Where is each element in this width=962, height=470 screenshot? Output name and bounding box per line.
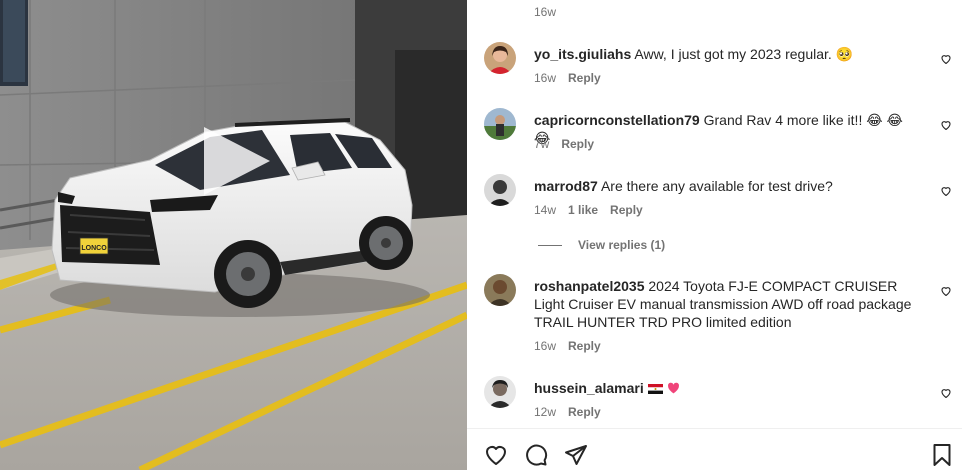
license-plate-text: LONCO	[81, 245, 107, 252]
heart-icon[interactable]	[484, 443, 508, 467]
comment-text-block: roshanpatel2035 2024 Toyota FJ-E COMPACT…	[534, 277, 922, 331]
reply-button[interactable]: Reply	[610, 203, 643, 217]
like-comment-heart-icon[interactable]	[940, 285, 952, 297]
avatar[interactable]	[484, 274, 516, 306]
comments-panel: 16w yo_its.giuliahs Aww, I just got my 2…	[467, 0, 962, 470]
comment-username[interactable]: yo_its.giuliahs	[534, 46, 631, 62]
comment-username[interactable]: roshanpatel2035	[534, 278, 645, 294]
comment-time[interactable]: 16w	[534, 339, 556, 353]
comment-time[interactable]: 14w	[534, 203, 556, 217]
video-frame: LONCO	[0, 0, 467, 470]
pink-heart-icon	[667, 382, 679, 394]
reply-divider-line	[538, 244, 562, 246]
like-comment-heart-icon[interactable]	[940, 387, 952, 399]
like-comment-heart-icon[interactable]	[940, 53, 952, 65]
comment-username[interactable]: hussein_alamari	[534, 380, 644, 396]
comment-username[interactable]: marrod87	[534, 178, 598, 194]
comments-list[interactable]: 16w yo_its.giuliahs Aww, I just got my 2…	[467, 0, 962, 428]
post-action-bar	[467, 428, 962, 470]
comment-meta: 16w Reply	[534, 339, 601, 353]
view-replies-button[interactable]: View replies (1)	[538, 238, 665, 252]
like-comment-heart-icon[interactable]	[940, 119, 952, 131]
comment-text-block: marrod87 Are there any available for tes…	[534, 177, 922, 195]
like-comment-heart-icon[interactable]	[940, 185, 952, 197]
view-replies-label: View replies (1)	[578, 238, 666, 252]
reply-button[interactable]: Reply	[568, 71, 601, 85]
post-media[interactable]: LONCO	[0, 0, 467, 470]
reply-button[interactable]: Reply	[568, 405, 601, 419]
avatar[interactable]	[484, 108, 516, 140]
comment-meta: 12w Reply	[534, 405, 601, 419]
comment-text-block: yo_its.giuliahs Aww, I just got my 2023 …	[534, 45, 922, 63]
avatar[interactable]	[484, 376, 516, 408]
comment-meta: 16w Reply	[534, 71, 601, 85]
comment-text-block: hussein_alamari	[534, 379, 922, 397]
avatar[interactable]	[484, 174, 516, 206]
comment-text: Are there any available for test drive?	[600, 178, 833, 194]
comment-time[interactable]: 16w	[534, 71, 556, 85]
comment-meta: 7w Reply	[534, 137, 594, 151]
comment-time[interactable]: 7w	[534, 137, 549, 151]
post-viewer: LONCO 16w yo_its.giuliahs Aww, I just go…	[0, 0, 962, 470]
reply-button[interactable]: Reply	[561, 137, 594, 151]
comment-time[interactable]: 12w	[534, 405, 556, 419]
comment-meta: 14w 1 like Reply	[534, 203, 643, 217]
comment-icon[interactable]	[524, 443, 548, 467]
reply-button[interactable]: Reply	[568, 339, 601, 353]
previous-comment-time: 16w	[534, 5, 557, 19]
comment-text: Aww, I just got my 2023 regular. 🥺	[634, 46, 854, 62]
egypt-flag-icon	[647, 384, 663, 394]
play-icon[interactable]	[204, 127, 276, 199]
send-icon[interactable]	[564, 443, 588, 467]
avatar[interactable]	[484, 42, 516, 74]
likes-count[interactable]: 1 like	[568, 203, 598, 217]
comment-username[interactable]: capricornconstellation79	[534, 112, 700, 128]
bookmark-icon[interactable]	[930, 443, 954, 467]
